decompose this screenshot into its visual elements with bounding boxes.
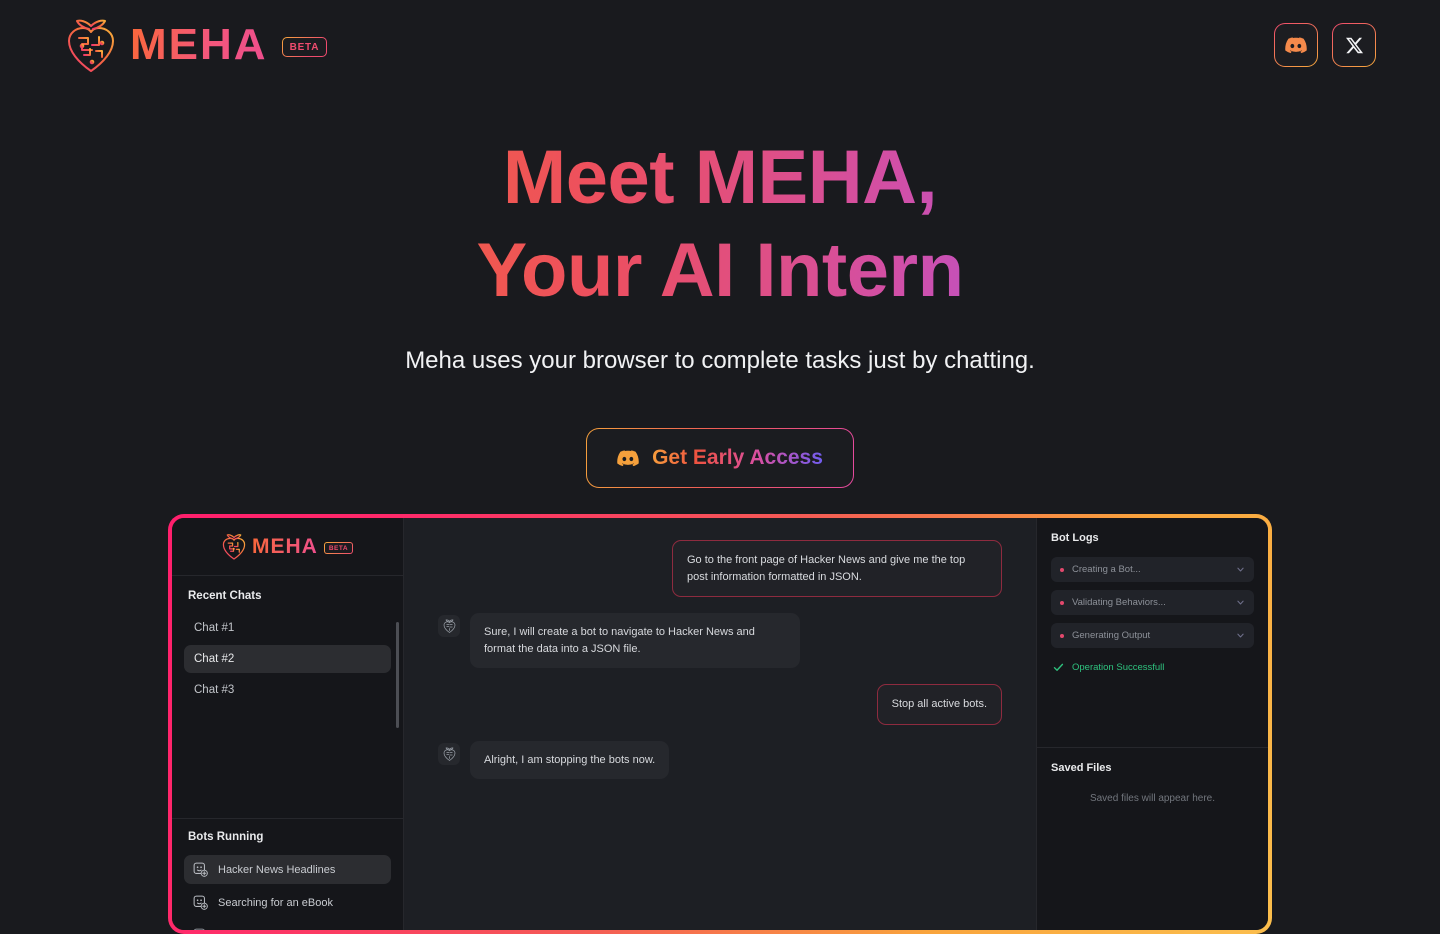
bot-add-icon	[193, 895, 208, 910]
chat-list-item-1[interactable]: Chat #1	[184, 614, 391, 642]
status-dot-icon	[1060, 600, 1064, 605]
chevron-down-icon	[1237, 600, 1244, 605]
app-window: MEHA BETA Recent Chats Chat #1 Chat #2 C…	[172, 518, 1268, 930]
avatar	[438, 742, 460, 765]
hero-title-line-2: Your AI Intern	[0, 225, 1440, 318]
operation-status: Operation Successfull	[1051, 662, 1254, 673]
strawberry-brain-logo-icon	[222, 534, 246, 560]
chat-list-item-3[interactable]: Chat #3	[184, 676, 391, 704]
get-early-access-button[interactable]: Get Early Access	[586, 428, 854, 488]
chat-transcript: Go to the front page of Hacker News and …	[404, 518, 1036, 930]
user-message-bubble: Go to the front page of Hacker News and …	[672, 540, 1002, 597]
discord-link[interactable]	[1274, 23, 1318, 67]
beta-badge: BETA	[282, 37, 328, 57]
bot-list-item-3[interactable]: Local File Sort	[184, 921, 391, 930]
status-dot-icon	[1060, 567, 1064, 572]
discord-icon	[617, 450, 639, 467]
bot-list-item-1[interactable]: Hacker News Headlines	[184, 855, 391, 884]
app-brand-name: MEHA	[251, 534, 318, 558]
chat-list-item-2[interactable]: Chat #2	[184, 645, 391, 673]
app-sidebar: MEHA BETA Recent Chats Chat #1 Chat #2 C…	[172, 518, 404, 930]
discord-icon	[1285, 36, 1307, 53]
bot-label: Local File Sort	[218, 930, 288, 931]
brand-logo[interactable]: MEHA BETA	[66, 17, 327, 73]
bot-logs-title: Bot Logs	[1051, 532, 1099, 544]
app-sidebar-logo[interactable]: MEHA BETA	[172, 518, 403, 576]
cta-container: Get Early Access	[0, 428, 1440, 488]
saved-files-empty-text: Saved files will appear here.	[1089, 793, 1216, 804]
bot-list-item-2[interactable]: Searching for an eBook	[184, 888, 391, 917]
hero-subtitle: Meha uses your browser to complete tasks…	[405, 347, 1035, 375]
page-title: Meet MEHA, Your AI Intern	[0, 132, 1440, 317]
social-links	[1274, 23, 1376, 67]
recent-chats-title: Recent Chats	[188, 590, 262, 602]
status-dot-icon	[1060, 633, 1064, 638]
hero-title-line-1: Meet MEHA,	[0, 132, 1440, 225]
bot-logs-section: Bot Logs Creating a Bot... Validating Be…	[1037, 518, 1268, 747]
check-icon	[1053, 663, 1064, 671]
bots-running-pane: Bots Running Hacker News Headlines Searc…	[172, 818, 403, 930]
bot-log-label: Validating Behaviors...	[1072, 597, 1166, 608]
strawberry-avatar-icon	[443, 619, 455, 633]
sidebar-scrollbar[interactable]	[396, 622, 399, 728]
chevron-down-icon	[1237, 633, 1244, 638]
top-navigation-bar: MEHA BETA	[0, 0, 1440, 90]
chat-message-row: Sure, I will create a bot to navigate to…	[438, 613, 1002, 668]
app-preview-frame: MEHA BETA Recent Chats Chat #1 Chat #2 C…	[168, 514, 1272, 934]
bot-label: Searching for an eBook	[218, 896, 333, 909]
bots-running-title: Bots Running	[188, 831, 264, 843]
chat-message-row: Go to the front page of Hacker News and …	[438, 540, 1002, 597]
hero-section: Meet MEHA, Your AI Intern Meha uses your…	[0, 132, 1440, 488]
app-beta-badge: BETA	[324, 542, 353, 554]
bot-log-row-1[interactable]: Creating a Bot...	[1051, 557, 1254, 582]
avatar	[438, 615, 460, 637]
chat-message-row: Alright, I am stopping the bots now.	[438, 740, 1002, 779]
bot-label: Hacker News Headlines	[218, 863, 336, 876]
bot-log-row-2[interactable]: Validating Behaviors...	[1051, 590, 1254, 615]
bot-add-icon	[193, 928, 205, 930]
cta-label: Get Early Access	[652, 446, 823, 470]
recent-chats-pane: Recent Chats Chat #1 Chat #2 Chat #3	[172, 576, 403, 818]
saved-files-title: Saved Files	[1051, 762, 1112, 774]
brand-name: MEHA	[130, 20, 268, 69]
bot-message-bubble: Sure, I will create a bot to navigate to…	[470, 613, 800, 668]
chat-message-row: Stop all active bots.	[438, 684, 1002, 725]
x-twitter-icon	[1345, 37, 1363, 53]
bot-message-bubble: Alright, I am stopping the bots now.	[470, 740, 670, 779]
bot-log-label: Generating Output	[1072, 630, 1151, 641]
x-twitter-link[interactable]	[1332, 23, 1376, 67]
bot-logs-panel: Bot Logs Creating a Bot... Validating Be…	[1036, 518, 1268, 930]
operation-status-label: Operation Successfull	[1072, 662, 1165, 673]
bot-log-label: Creating a Bot...	[1072, 564, 1141, 575]
bot-add-icon	[193, 862, 208, 877]
bot-log-row-3[interactable]: Generating Output	[1051, 623, 1254, 648]
strawberry-brain-logo-icon	[68, 18, 114, 72]
user-message-bubble: Stop all active bots.	[876, 684, 1002, 725]
strawberry-avatar-icon	[443, 747, 455, 761]
saved-files-section: Saved Files Saved files will appear here…	[1037, 747, 1268, 930]
chevron-down-icon	[1237, 567, 1244, 572]
